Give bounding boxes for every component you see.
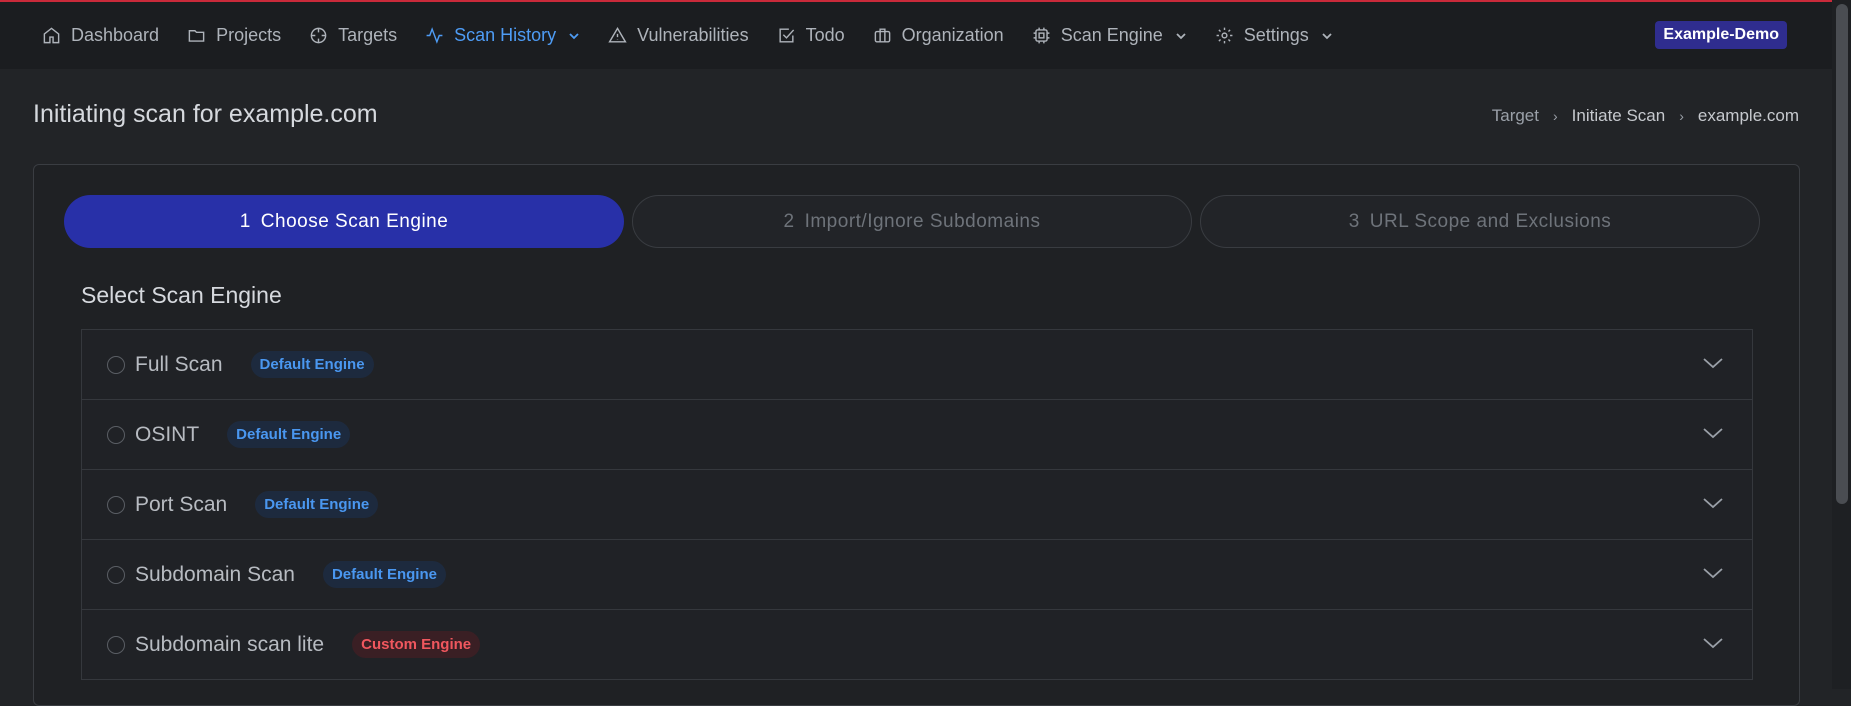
step-label: Choose Scan Engine — [260, 210, 449, 232]
engine-row-subdomain-scan-lite[interactable]: Subdomain scan lite Custom Engine — [82, 610, 1752, 680]
nav-scan-engine[interactable]: Scan Engine — [1032, 25, 1187, 46]
breadcrumb-item-current: example.com — [1697, 106, 1799, 125]
nav-organization[interactable]: Organization — [873, 25, 1004, 46]
chevron-down-icon — [569, 32, 579, 39]
engine-radio[interactable] — [107, 495, 125, 514]
expand-chevron[interactable] — [1702, 496, 1724, 510]
nav-scan-history[interactable]: Scan History — [425, 25, 580, 46]
expand-chevron[interactable] — [1702, 356, 1724, 370]
nav-projects[interactable]: Projects — [187, 25, 281, 46]
step-number: 1 — [239, 210, 251, 232]
crosshair-icon — [310, 27, 327, 44]
engine-name: OSINT — [135, 422, 200, 446]
cpu-icon — [1033, 27, 1050, 44]
section-title: Select Scan Engine — [81, 282, 282, 308]
step-url-scope-exclusions[interactable]: 3 URL Scope and Exclusions — [1200, 195, 1760, 248]
chevron-right-icon: › — [1679, 108, 1684, 124]
warning-icon — [608, 26, 627, 43]
engine-radio[interactable] — [107, 355, 125, 374]
chevron-right-icon: › — [1552, 108, 1558, 124]
nav-vulnerabilities[interactable]: Vulnerabilities — [608, 25, 749, 46]
engine-name: Subdomain scan lite — [135, 632, 325, 656]
chevron-down-icon — [1703, 638, 1723, 649]
breadcrumb: Target › Initiate Scan › example.com — [1492, 106, 1799, 126]
engine-type-badge: Default Engine — [250, 351, 374, 378]
step-import-ignore-subdomains[interactable]: 2 Import/Ignore Subdomains — [632, 195, 1192, 248]
breadcrumb-item-initiate-scan[interactable]: Initiate Scan — [1572, 106, 1666, 126]
chevron-down-icon — [1176, 32, 1186, 39]
nav-label: Settings — [1243, 25, 1309, 45]
nav-settings[interactable]: Settings — [1215, 25, 1333, 46]
nav-label: Todo — [805, 25, 845, 45]
engine-list: Full Scan Default Engine OSINT Default E… — [81, 329, 1753, 680]
engine-name: Subdomain Scan — [135, 562, 295, 586]
engine-row-port-scan[interactable]: Port Scan Default Engine — [82, 470, 1752, 540]
chevron-down-icon — [1322, 32, 1332, 39]
engine-radio[interactable] — [107, 635, 125, 654]
nav-label: Dashboard — [71, 25, 160, 45]
engine-radio[interactable] — [107, 565, 125, 584]
chevron-down-icon — [1703, 358, 1723, 369]
nav-targets[interactable]: Targets — [309, 25, 397, 46]
step-label: Import/Ignore Subdomains — [804, 210, 1041, 232]
checkbox-icon — [779, 28, 794, 43]
expand-chevron[interactable] — [1702, 426, 1724, 440]
engine-type-badge: Custom Engine — [352, 631, 481, 658]
breadcrumb-item-target[interactable]: Target — [1492, 106, 1539, 126]
nav-label: Scan Engine — [1060, 25, 1163, 45]
page-title: Initiating scan for example.com — [33, 100, 378, 128]
nav-label: Organization — [901, 25, 1004, 45]
expand-chevron[interactable] — [1702, 636, 1724, 650]
step-choose-scan-engine[interactable]: 1 Choose Scan Engine — [64, 195, 624, 248]
briefcase-icon — [874, 28, 890, 43]
engine-radio[interactable] — [107, 425, 125, 444]
scan-wizard-card: 1 Choose Scan Engine 2 Import/Ignore Sub… — [33, 164, 1800, 706]
activity-icon — [426, 27, 443, 44]
engine-name: Port Scan — [135, 492, 228, 516]
wizard-steps: 1 Choose Scan Engine 2 Import/Ignore Sub… — [64, 195, 1760, 248]
nav-dashboard[interactable]: Dashboard — [42, 25, 159, 46]
nav-label: Vulnerabilities — [637, 25, 749, 45]
engine-type-badge: Default Engine — [227, 421, 351, 448]
chevron-down-icon — [1703, 428, 1723, 439]
engine-row-osint[interactable]: OSINT Default Engine — [82, 400, 1752, 470]
chevron-down-icon — [1703, 498, 1723, 509]
nav-label: Targets — [338, 25, 398, 45]
step-number: 2 — [783, 210, 795, 232]
folder-icon — [188, 30, 205, 42]
nav-label: Scan History — [454, 25, 557, 45]
expand-chevron[interactable] — [1702, 566, 1724, 580]
step-number: 3 — [1348, 210, 1360, 232]
engine-type-badge: Default Engine — [322, 561, 446, 588]
scrollbar-track[interactable] — [1832, 0, 1851, 689]
engine-name: Full Scan — [135, 352, 223, 376]
step-label: URL Scope and Exclusions — [1369, 210, 1612, 232]
organization-badge[interactable]: Example-Demo — [1655, 21, 1787, 49]
engine-type-badge: Default Engine — [255, 491, 379, 518]
top-navbar: Dashboard Projects Targets Scan History … — [0, 2, 1832, 69]
nav-todo[interactable]: Todo — [777, 25, 845, 46]
gear-icon — [1216, 27, 1233, 44]
engine-row-subdomain-scan[interactable]: Subdomain Scan Default Engine — [82, 540, 1752, 610]
engine-row-full-scan[interactable]: Full Scan Default Engine — [82, 330, 1752, 400]
nav-label: Projects — [216, 25, 282, 45]
chevron-down-icon — [1703, 568, 1723, 579]
home-icon — [43, 27, 60, 44]
scrollbar-thumb[interactable] — [1836, 4, 1848, 504]
